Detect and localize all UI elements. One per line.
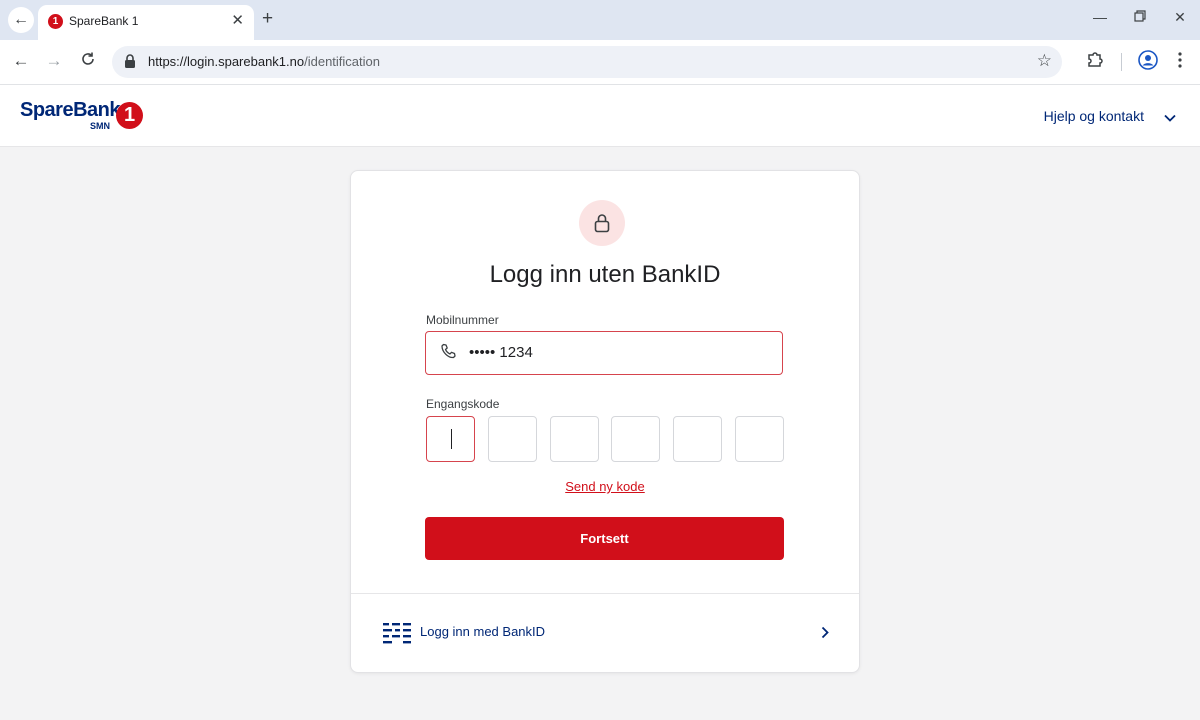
phone-label: Mobilnummer — [426, 313, 499, 327]
code-digit-2[interactable] — [488, 416, 537, 462]
browser-tab-bar: ← 1 SpareBank 1 ✕ + — ✕ — [0, 0, 1200, 40]
login-card: Logg inn uten BankID Mobilnummer ••••• 1… — [350, 170, 860, 673]
logo-text: SpareBank — [20, 99, 121, 121]
logo-badge: 1 — [116, 102, 143, 129]
code-digit-1[interactable] — [426, 416, 475, 462]
padlock-icon — [594, 214, 610, 233]
extensions-icon[interactable] — [1086, 50, 1104, 73]
phone-icon — [440, 343, 457, 365]
lock-icon[interactable] — [124, 54, 136, 73]
code-digit-5[interactable] — [673, 416, 722, 462]
sparebank-logo[interactable]: SpareBank SMN 1 — [20, 99, 150, 133]
chevron-down-icon[interactable] — [1164, 109, 1176, 127]
help-contact-link[interactable]: Hjelp og kontakt — [1044, 108, 1144, 124]
bookmark-star-icon[interactable]: ☆ — [1037, 51, 1052, 71]
site-header: SpareBank SMN 1 Hjelp og kontakt — [0, 85, 1200, 147]
url-text[interactable]: https://login.sparebank1.no/identificati… — [148, 54, 380, 69]
code-label: Engangskode — [426, 397, 500, 411]
new-tab-icon[interactable]: + — [262, 8, 273, 30]
code-digit-6[interactable] — [735, 416, 784, 462]
forward-arrow-icon[interactable]: → — [44, 51, 64, 71]
profile-icon[interactable] — [1138, 50, 1158, 75]
browser-toolbar: ← → https://login.sparebank1.no/identifi… — [0, 40, 1200, 85]
bankid-icon — [383, 622, 411, 649]
logo-sub: SMN — [90, 121, 110, 131]
reload-icon[interactable] — [78, 51, 98, 72]
phone-value: ••••• 1234 — [469, 344, 533, 361]
code-digit-4[interactable] — [611, 416, 660, 462]
restore-icon[interactable] — [1130, 9, 1150, 25]
menu-icon[interactable] — [1178, 52, 1182, 73]
back-arrow-icon[interactable]: ← — [11, 51, 31, 71]
browser-tab[interactable]: 1 SpareBank 1 ✕ — [38, 5, 254, 40]
close-window-icon[interactable]: ✕ — [1170, 9, 1190, 26]
phone-input[interactable]: ••••• 1234 — [425, 331, 783, 375]
tab-search-icon[interactable]: ← — [8, 7, 34, 33]
text-cursor — [451, 429, 452, 449]
continue-button[interactable]: Fortsett — [425, 517, 784, 560]
code-digit-3[interactable] — [550, 416, 599, 462]
resend-code-link[interactable]: Send ny kode — [351, 479, 859, 494]
tab-close-icon[interactable]: ✕ — [231, 11, 244, 29]
sparebank-favicon-icon: 1 — [48, 14, 63, 29]
address-bar[interactable]: https://login.sparebank1.no/identificati… — [112, 46, 1062, 78]
bankid-login-label: Logg inn med BankID — [420, 624, 546, 639]
bankid-login-row[interactable]: Logg inn med BankID — [351, 594, 859, 672]
chevron-right-icon — [821, 626, 829, 644]
minimize-icon[interactable]: — — [1090, 9, 1110, 25]
toolbar-separator — [1121, 53, 1122, 71]
tab-title: SpareBank 1 — [69, 14, 139, 28]
lock-badge — [579, 200, 625, 246]
page-title: Logg inn uten BankID — [489, 261, 721, 288]
